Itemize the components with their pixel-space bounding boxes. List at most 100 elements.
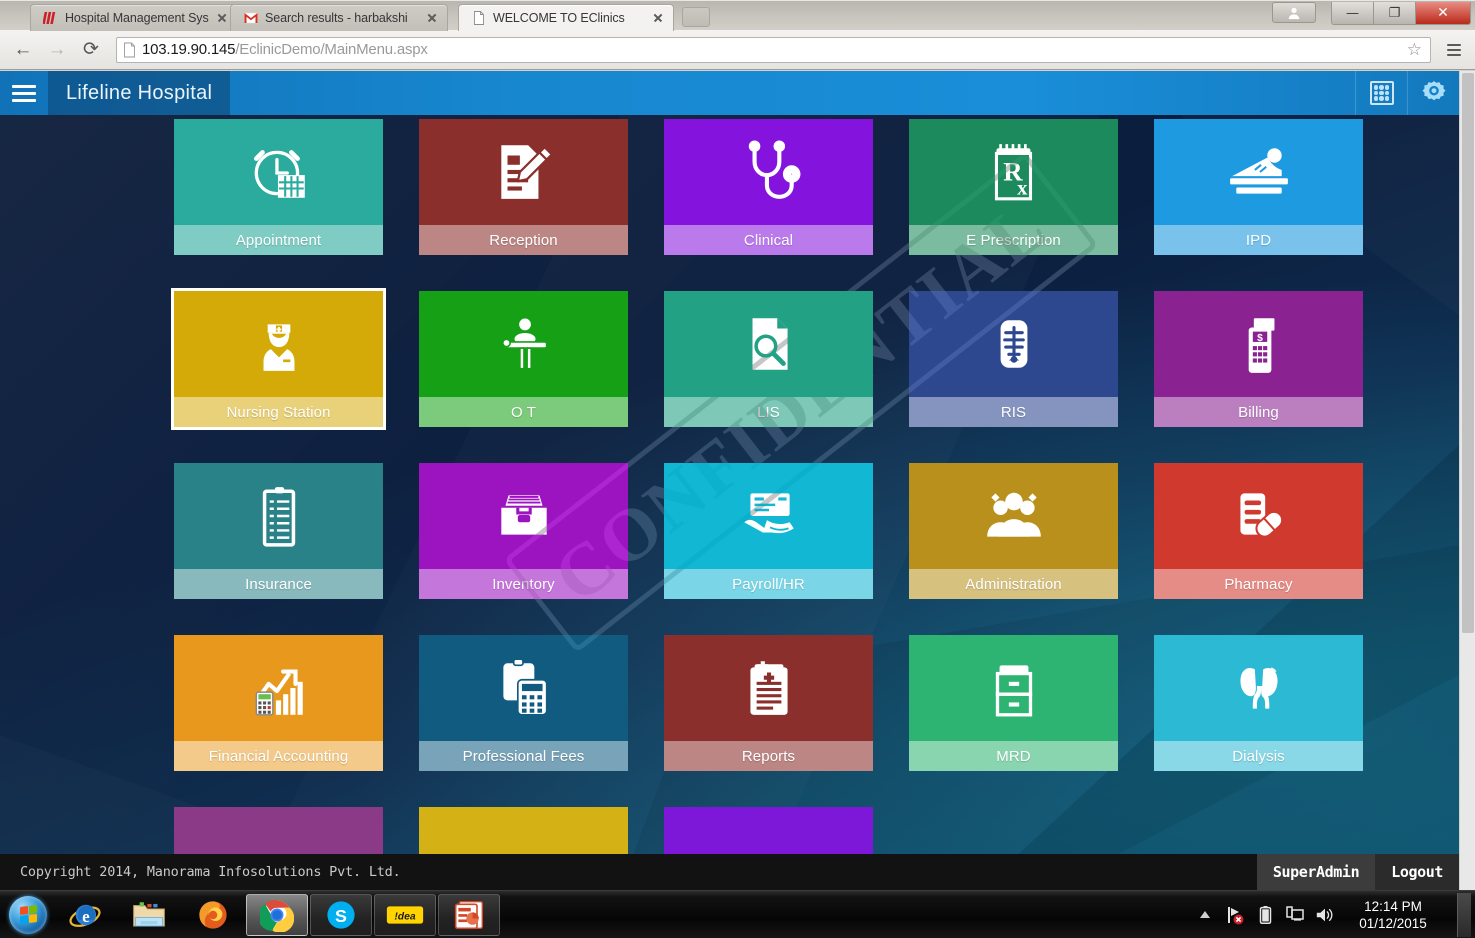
tile-lis[interactable]: LIS	[664, 291, 873, 427]
app-header-actions	[1355, 71, 1459, 115]
operating-table-icon	[419, 291, 628, 397]
tile-mrd[interactable]: MRD	[909, 635, 1118, 771]
tile-dialysis[interactable]: Dialysis	[1154, 635, 1363, 771]
chrome-menu-button[interactable]	[1443, 37, 1465, 63]
tile-label: Administration	[909, 569, 1118, 599]
display-icon[interactable]	[1285, 904, 1305, 926]
page-viewport: Lifeline Hospital	[0, 71, 1459, 890]
tile-financial-accounting[interactable]: Financial Accounting	[174, 635, 383, 771]
url-host: 103.19.90.145	[142, 41, 235, 58]
window-minimize-button[interactable]: —	[1332, 2, 1374, 24]
tile-reception[interactable]: Reception	[419, 119, 628, 255]
tile-administration[interactable]: Administration	[909, 463, 1118, 599]
tile-pharmacy[interactable]: Pharmacy	[1154, 463, 1363, 599]
page-icon	[471, 10, 487, 26]
firefox-icon[interactable]	[182, 894, 244, 936]
tile-label: Reports	[664, 741, 873, 771]
svg-text:!dea: !dea	[394, 911, 416, 922]
browser-tab-0[interactable]: Hospital Management Sys	[30, 4, 238, 31]
logout-button[interactable]: Logout	[1375, 854, 1459, 890]
internet-explorer-icon[interactable]: e	[54, 894, 116, 936]
tile-label: E Prescription	[909, 225, 1118, 255]
calculator-growth-icon	[174, 635, 383, 741]
svg-text:$: $	[1257, 333, 1263, 344]
app-footer: Copyright 2014, Manorama Infosolutions P…	[0, 854, 1459, 890]
bookmark-star-icon[interactable]: ☆	[1407, 40, 1424, 60]
forward-button[interactable]: →	[44, 37, 70, 63]
browser-tab-strip: Hospital Management Sys Search results -…	[0, 0, 1475, 30]
tile-label: Professional Fees	[419, 741, 628, 771]
scrollbar-thumb[interactable]	[1462, 73, 1474, 633]
tile-label: Payroll/HR	[664, 569, 873, 599]
tile-insurance[interactable]: Insurance	[174, 463, 383, 599]
address-bar-url: 103.19.90.145/EclinicDemo/MainMenu.aspx	[142, 41, 428, 58]
copyright-text: Copyright 2014, Manorama Infosolutions P…	[0, 864, 401, 880]
tile-ot[interactable]: O T	[419, 291, 628, 427]
red-bars-icon	[43, 10, 59, 26]
volume-icon[interactable]	[1315, 904, 1335, 926]
tile-label: Clinical	[664, 225, 873, 255]
file-cabinet-icon	[909, 635, 1118, 741]
tile-reports[interactable]: Reports	[664, 635, 873, 771]
powerpoint-icon[interactable]	[438, 894, 500, 936]
tile-board: CONFIDENTIAL	[0, 115, 1459, 890]
tile-ris[interactable]: RIS	[909, 291, 1118, 427]
tile-label: Financial Accounting	[174, 741, 383, 771]
tile-billing[interactable]: $ Billing	[1154, 291, 1363, 427]
brand-title: Lifeline Hospital	[48, 71, 230, 115]
taskbar-clock[interactable]: 12:14 PM 01/12/2015	[1345, 898, 1441, 932]
clock-time: 12:14 PM	[1364, 899, 1422, 914]
tile-nursing-station[interactable]: Nursing Station	[174, 291, 383, 427]
tile-label: Nursing Station	[174, 397, 383, 427]
google-chrome-icon[interactable]	[246, 894, 308, 936]
close-icon: ✕	[1437, 5, 1449, 21]
system-tray: 12:14 PM 01/12/2015	[1195, 893, 1475, 937]
tile-professional-fees[interactable]: Professional Fees	[419, 635, 628, 771]
tile-payroll-hr[interactable]: Payroll/HR	[664, 463, 873, 599]
clock-date: 01/12/2015	[1359, 916, 1427, 931]
cheque-in-hand-icon	[664, 463, 873, 569]
tile-label: Billing	[1154, 397, 1363, 427]
network-error-icon[interactable]	[1225, 904, 1245, 926]
tile-label: Inventory	[419, 569, 628, 599]
svg-text:x: x	[1017, 178, 1028, 200]
battery-icon[interactable]	[1255, 904, 1275, 926]
minimize-icon: —	[1346, 6, 1359, 21]
tab-close-icon[interactable]	[425, 11, 439, 25]
tab-close-icon[interactable]	[651, 11, 665, 25]
tab-close-icon[interactable]	[215, 11, 229, 25]
show-hidden-icons-arrow[interactable]	[1195, 904, 1215, 926]
browser-window: Hospital Management Sys Search results -…	[0, 0, 1475, 890]
hamburger-icon[interactable]	[0, 71, 48, 115]
window-close-button[interactable]: ✕	[1416, 2, 1470, 24]
windows-start-orb[interactable]	[4, 893, 52, 937]
tile-inventory[interactable]: Inventory	[419, 463, 628, 599]
browser-tab-2[interactable]: WELCOME TO EClinics	[458, 4, 674, 31]
tile-clinical[interactable]: Clinical	[664, 119, 873, 255]
back-button[interactable]: ←	[10, 37, 36, 63]
radiology-spine-icon	[909, 291, 1118, 397]
tile-e-prescription[interactable]: R x E Prescription	[909, 119, 1118, 255]
new-tab-button[interactable]	[682, 7, 710, 27]
apps-grid-icon[interactable]	[1355, 71, 1407, 115]
browser-tab-1[interactable]: Search results - harbakshi	[230, 4, 448, 31]
file-explorer-icon[interactable]	[118, 894, 180, 936]
tile-label: MRD	[909, 741, 1118, 771]
reload-button[interactable]: ⟳	[78, 37, 104, 63]
footer-actions: SuperAdmin Logout	[1257, 854, 1459, 890]
clipboard-calculator-icon	[419, 635, 628, 741]
alarm-clock-calendar-icon	[174, 119, 383, 225]
chrome-user-button[interactable]	[1272, 2, 1316, 23]
window-maximize-button[interactable]: ❐	[1374, 2, 1416, 24]
tile-label: Pharmacy	[1154, 569, 1363, 599]
document-pencil-icon	[419, 119, 628, 225]
settings-gear-icon[interactable]	[1407, 71, 1459, 115]
address-bar[interactable]: 103.19.90.145/EclinicDemo/MainMenu.aspx …	[116, 37, 1431, 63]
show-desktop-button[interactable]	[1457, 893, 1471, 937]
tile-label: LIS	[664, 397, 873, 427]
idea-icon[interactable]: !dea	[374, 894, 436, 936]
tile-appointment[interactable]: Appointment	[174, 119, 383, 255]
tile-ipd[interactable]: IPD	[1154, 119, 1363, 255]
skype-icon[interactable]: S	[310, 894, 372, 936]
page-scrollbar[interactable]	[1459, 71, 1475, 890]
